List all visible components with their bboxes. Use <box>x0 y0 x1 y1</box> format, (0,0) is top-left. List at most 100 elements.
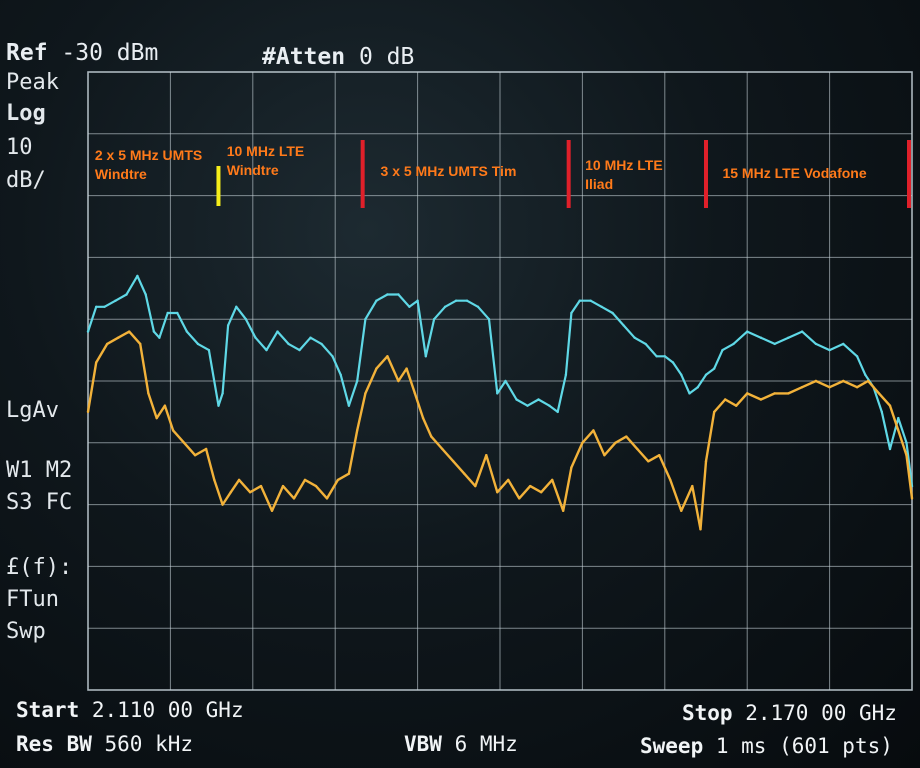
trace-avg-point <box>636 447 639 451</box>
trace-avg-point <box>773 392 776 395</box>
trace-avg-point <box>562 509 565 512</box>
trace-max-point <box>814 342 818 346</box>
trace-avg-point <box>193 454 197 457</box>
trace-avg-point <box>347 472 351 475</box>
trace-avg-point <box>735 404 738 407</box>
trace-avg-point <box>485 454 488 457</box>
trace-max-point <box>704 373 708 376</box>
trace-avg-point <box>463 472 466 475</box>
trace-max-point <box>152 330 156 333</box>
trace-avg-point <box>117 336 120 339</box>
trace-max-point <box>713 367 716 370</box>
trace-max-point <box>688 392 691 395</box>
trace-max-point <box>855 355 859 358</box>
trace-max-point <box>408 305 411 308</box>
trace-avg-point <box>221 503 224 506</box>
trace-avg-point <box>155 416 158 420</box>
resolution-bandwidth: Res BW 560 kHz <box>16 732 193 756</box>
trace-avg-point <box>430 435 433 438</box>
trace-avg-point <box>325 497 329 500</box>
trace-max-point <box>454 299 458 302</box>
trace-avg-point <box>364 392 367 395</box>
trace-max-point <box>114 299 117 302</box>
trace-avg-point <box>356 429 359 432</box>
trace-max-point <box>86 330 90 333</box>
trace-avg-point <box>592 429 595 432</box>
ref-value: -30 dBm <box>61 40 159 66</box>
spectrum-plot: 2 x 5 MHz UMTS Windtre 10 MHz LTE Windtre 3 … <box>86 71 914 691</box>
band-label-line: 10 MHz LTE <box>227 143 305 159</box>
trace-max-point <box>787 336 790 339</box>
band-label-line: 2 x 5 MHz UMTS <box>95 147 202 163</box>
band-label-line: 10 MHz LTE <box>585 157 663 173</box>
trace-avg-point <box>413 392 417 395</box>
trace-max-point <box>655 355 658 358</box>
trace-avg-point <box>229 491 232 494</box>
trace-avg-point <box>680 509 683 512</box>
trace-max-point <box>196 342 200 346</box>
trace-max-point <box>759 336 763 339</box>
trace-max-point <box>537 398 540 401</box>
trace-avg-point <box>518 497 521 500</box>
trace-max-point <box>235 305 238 308</box>
trace-avg-point <box>570 466 573 469</box>
start-label: Start <box>16 698 80 722</box>
vbw-label: VBW <box>404 732 442 756</box>
trace-max-point <box>265 348 268 352</box>
trace-max-point <box>364 318 367 321</box>
trace-max-point <box>496 392 499 395</box>
trace-max-point <box>773 342 776 346</box>
trace-max-point <box>443 305 447 308</box>
trace-avg-point <box>800 386 804 389</box>
atten-value: 0 dB <box>358 44 415 70</box>
trace-avg-point <box>855 386 859 389</box>
trace-avg-point <box>746 392 749 395</box>
trace-max-point <box>320 342 323 346</box>
trace-avg-point <box>877 392 881 395</box>
trace-max-point <box>800 330 804 333</box>
trace-avg-point <box>292 497 296 500</box>
trace-max-point <box>103 305 106 308</box>
trace-max-point <box>432 318 436 321</box>
detector-mode: Peak <box>6 70 59 95</box>
trace-avg-point <box>658 454 661 457</box>
trace-avg-point <box>507 478 510 482</box>
trace-max-point <box>309 336 312 339</box>
marker-status-1: W1 M2 <box>6 458 73 483</box>
band-label-line: 3 x 5 MHz UMTS Tim <box>381 163 517 179</box>
trace-max-point <box>276 330 279 333</box>
trace-avg-point <box>669 478 672 482</box>
trace-max-point <box>347 404 351 407</box>
ref-label: Ref <box>6 40 48 66</box>
trace-max-point <box>671 361 675 364</box>
trace-max-point <box>644 342 647 346</box>
trace-avg-point <box>581 441 584 444</box>
stop-frequency: Stop 2.170 00 GHz <box>682 701 897 725</box>
trace-avg-point <box>259 484 263 488</box>
trace-avg-point <box>281 484 285 488</box>
trace-avg-point <box>540 491 543 494</box>
trace-max-point <box>166 311 169 315</box>
trace-max-point <box>176 311 179 315</box>
trace-max-point <box>185 330 189 333</box>
trace-max-point <box>548 404 551 407</box>
trace-avg-point <box>603 454 606 457</box>
trace-avg-point <box>139 342 142 346</box>
trace-max-point <box>828 348 831 352</box>
trace-avg-point <box>496 491 499 494</box>
trace-avg-point <box>106 342 109 346</box>
trace-max-point <box>226 324 230 327</box>
trace-avg-point <box>897 429 900 432</box>
trace-max-point <box>746 330 749 333</box>
trace-max-point <box>95 305 98 308</box>
vbw-value: 6 MHz <box>454 732 518 756</box>
trace-avg-point <box>614 441 617 444</box>
trace-max-point <box>897 416 900 420</box>
trace-max-point <box>487 318 491 321</box>
trace-max-point <box>207 348 211 352</box>
trace-avg-point <box>237 478 241 482</box>
trace-max-point <box>880 410 883 414</box>
trace-avg-point <box>336 478 340 482</box>
trace-avg-point <box>814 379 818 383</box>
trace-max-point <box>465 299 469 302</box>
